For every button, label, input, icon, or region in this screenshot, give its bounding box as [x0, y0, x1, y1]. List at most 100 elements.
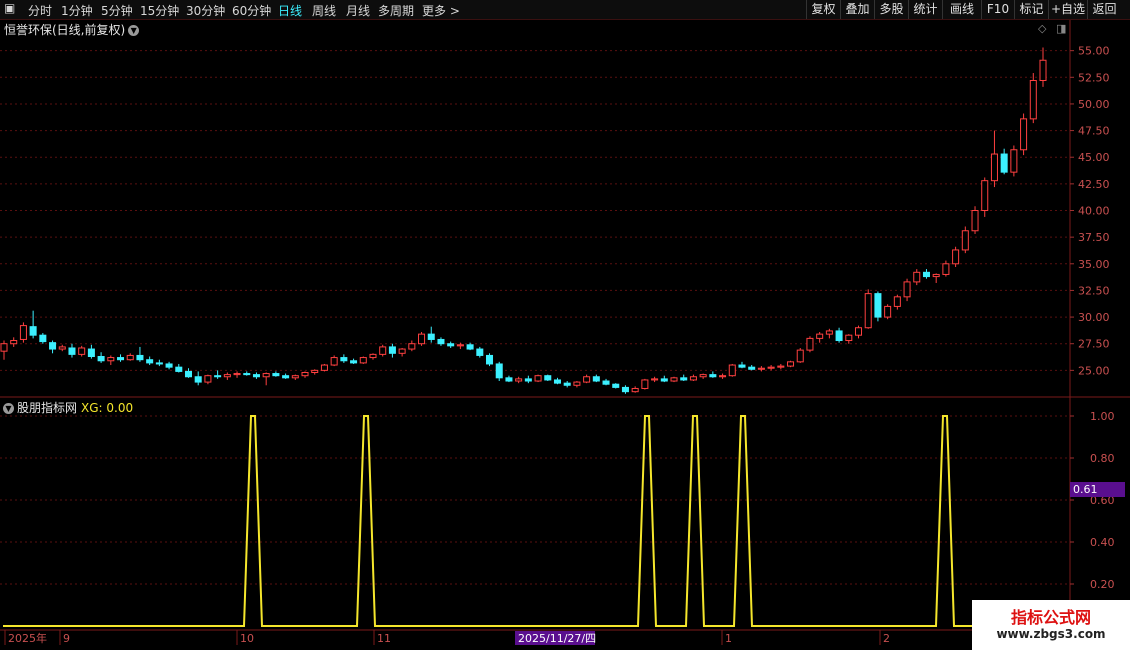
candlestick	[214, 370, 222, 379]
chevron-down-icon[interactable]: ▼	[3, 403, 14, 414]
candlestick	[486, 353, 494, 367]
candlestick	[282, 373, 290, 379]
indicator-tick-label: 0.40	[1090, 536, 1115, 549]
candlestick	[175, 363, 183, 373]
candlestick	[757, 366, 765, 372]
indicator-tick-label: 0.20	[1090, 578, 1115, 591]
candlestick	[87, 344, 95, 359]
price-tick-label: 30.00	[1078, 311, 1110, 324]
candlestick	[534, 374, 542, 383]
price-tick-label: 52.50	[1078, 71, 1110, 84]
price-tick-label: 35.00	[1078, 258, 1110, 271]
candlestick	[767, 365, 775, 371]
candlestick	[641, 378, 649, 390]
candlestick	[631, 386, 639, 393]
candlestick	[874, 291, 882, 322]
candlestick	[418, 331, 426, 346]
candlestick	[942, 260, 950, 277]
candlestick	[893, 294, 901, 310]
candlestick	[0, 340, 8, 360]
candlestick	[738, 361, 746, 369]
candlestick	[408, 340, 416, 352]
candlestick	[981, 177, 989, 217]
candlestick	[320, 363, 328, 372]
candlestick	[777, 363, 785, 370]
price-tick-label: 47.50	[1078, 125, 1110, 138]
candlestick	[340, 354, 348, 363]
candlestick	[204, 374, 212, 385]
indicator-tick-label: 1.00	[1090, 410, 1115, 423]
candlestick	[612, 383, 620, 389]
candlestick	[903, 278, 911, 302]
cursor-date-label: 2025/11/27/四	[518, 632, 596, 645]
candlestick	[369, 353, 377, 360]
candlestick	[126, 353, 134, 361]
candlestick	[952, 246, 960, 267]
candlestick	[350, 358, 358, 364]
candlestick	[709, 371, 717, 378]
candlestick	[796, 347, 804, 363]
candlestick	[19, 322, 27, 343]
candlestick	[262, 372, 270, 386]
candlestick	[971, 206, 979, 234]
candlestick	[592, 374, 600, 383]
price-tick-label: 32.50	[1078, 284, 1110, 297]
candlestick	[573, 381, 581, 388]
price-tick-label: 27.50	[1078, 338, 1110, 351]
candlestick	[1000, 148, 1008, 175]
candlestick	[816, 331, 824, 343]
candlestick	[447, 341, 455, 348]
candlestick	[719, 373, 727, 379]
candlestick	[825, 328, 833, 339]
candlestick	[621, 385, 629, 394]
candlestick	[913, 269, 921, 286]
candlestick	[146, 356, 154, 366]
candlestick	[515, 376, 523, 384]
price-tick-label: 42.50	[1078, 178, 1110, 191]
candlestick	[670, 376, 678, 383]
candlestick	[49, 340, 57, 354]
candlestick	[291, 374, 299, 380]
price-tick-label: 50.00	[1078, 98, 1110, 111]
candlestick	[583, 374, 591, 384]
candlestick	[136, 346, 144, 362]
candlestick	[864, 289, 872, 329]
candlestick	[427, 326, 435, 343]
candlestick	[398, 347, 406, 357]
candlestick	[505, 375, 513, 383]
candlestick	[728, 363, 736, 377]
candlestick	[39, 333, 47, 344]
candlestick	[29, 310, 37, 339]
date-axis-label: 1	[725, 632, 732, 645]
candlestick	[524, 375, 532, 384]
date-axis-label: 10	[240, 632, 254, 645]
candlestick	[243, 371, 251, 376]
candlestick	[223, 372, 231, 380]
indicator-tick-label: 0.80	[1090, 452, 1115, 465]
xg-value: XG: 0.00	[81, 401, 134, 415]
candlestick	[155, 359, 163, 367]
candlestick	[660, 375, 668, 383]
candlestick	[1010, 145, 1018, 177]
candlestick	[544, 374, 552, 382]
candlestick	[476, 346, 484, 358]
candlestick	[787, 360, 795, 368]
date-axis-label: 9	[63, 632, 70, 645]
candlestick	[835, 327, 843, 343]
indicator-name: 股朋指标网	[17, 401, 78, 415]
candlestick	[1029, 73, 1037, 124]
candlestick	[689, 374, 697, 382]
candlestick	[961, 226, 969, 254]
candlestick	[602, 378, 610, 386]
date-axis-label: 11	[377, 632, 391, 645]
candlestick	[699, 373, 707, 379]
price-tick-label: 37.50	[1078, 231, 1110, 244]
xg-signal-line	[3, 415, 1068, 627]
date-axis-label: 2025年	[8, 631, 47, 645]
candlestick	[301, 371, 309, 378]
candlestick	[563, 381, 571, 388]
watermark: 指标公式网 www.zbgs3.com	[972, 600, 1130, 650]
kline-chart[interactable]: 55.00 52.50 50.00 47.50 45.00 42.50 40.00 37.50…	[0, 0, 1130, 650]
candlestick	[1020, 113, 1028, 156]
candlestick	[553, 377, 561, 385]
